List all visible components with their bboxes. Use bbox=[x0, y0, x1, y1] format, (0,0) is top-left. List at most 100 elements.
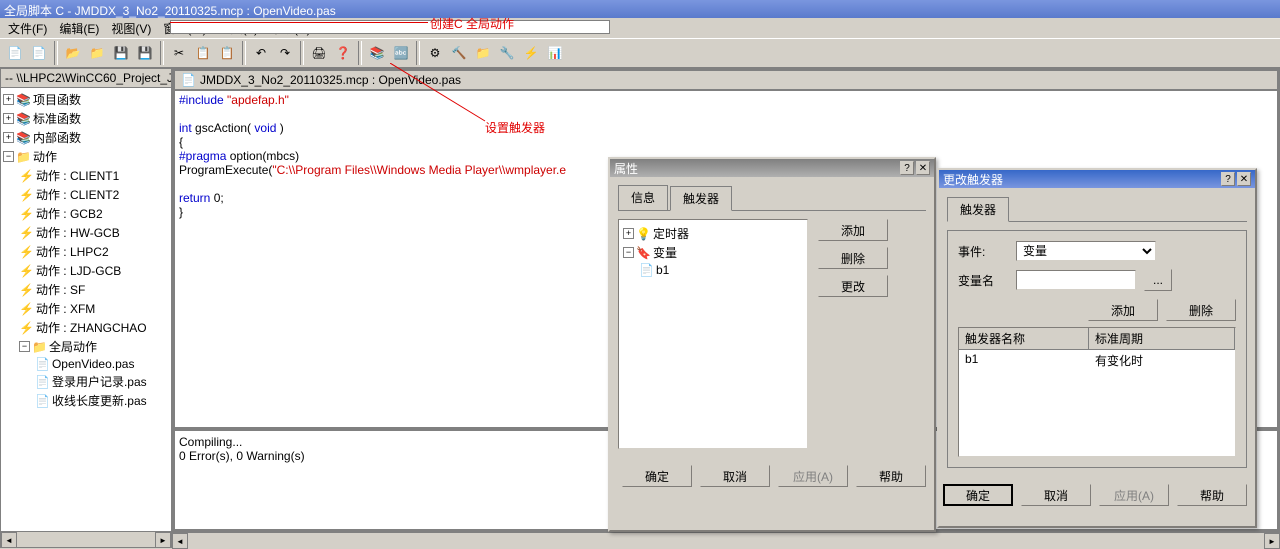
tb-copy-icon[interactable]: 📋 bbox=[192, 42, 214, 64]
menu-view[interactable]: 视图(V) bbox=[107, 20, 155, 37]
trigger-row[interactable]: b1 有变化时 bbox=[959, 350, 1235, 371]
tree-variable[interactable]: −🔖 变量 bbox=[623, 243, 803, 262]
help-button[interactable]: 帮助 bbox=[856, 465, 926, 487]
tree-action-item[interactable]: ⚡ 动作 : SF bbox=[3, 280, 169, 299]
expand-icon[interactable]: + bbox=[3, 132, 14, 143]
tb-compile-icon[interactable]: ⚙ bbox=[424, 42, 446, 64]
add-button[interactable]: 添加 bbox=[818, 219, 888, 241]
tree-action-item[interactable]: ⚡ 动作 : ZHANGCHAO bbox=[3, 318, 169, 337]
tb-save-icon[interactable]: 💾 bbox=[110, 42, 132, 64]
tb-paste-icon[interactable]: 📋 bbox=[216, 42, 238, 64]
tree-file-openvideo[interactable]: 📄 OpenVideo.pas bbox=[3, 356, 169, 372]
tb-book-icon[interactable]: 📚 bbox=[366, 42, 388, 64]
dialog-buttons: 确定 取消 应用(A) 帮助 bbox=[939, 476, 1255, 514]
cancel-button[interactable]: 取消 bbox=[1021, 484, 1091, 506]
tb-cut-icon[interactable]: ✂ bbox=[168, 42, 190, 64]
tree-file-login[interactable]: 📄 登录用户记录.pas bbox=[3, 372, 169, 391]
sidebar-hscroll[interactable]: ◄ ► bbox=[1, 531, 171, 547]
annotation-create-global: 创建C 全局动作 bbox=[430, 15, 514, 32]
app-titlebar: 全局脚本 C - JMDDX_3_No2_20110325.mcp : Open… bbox=[0, 0, 1280, 18]
scroll-left-icon[interactable]: ◄ bbox=[172, 533, 188, 549]
add-button[interactable]: 添加 bbox=[1088, 299, 1158, 321]
tree-file-length[interactable]: 📄 收线长度更新.pas bbox=[3, 391, 169, 410]
scroll-left-icon[interactable]: ◄ bbox=[1, 532, 17, 548]
dialog-title: 更改触发器 bbox=[943, 171, 1003, 188]
col-triggername[interactable]: 触发器名称 bbox=[959, 328, 1089, 349]
cancel-button[interactable]: 取消 bbox=[700, 465, 770, 487]
tb-new-icon[interactable]: 📄 bbox=[4, 42, 26, 64]
expand-icon[interactable]: + bbox=[3, 113, 14, 124]
tree-stdfunc[interactable]: +📚 标准函数 bbox=[3, 109, 169, 128]
tab-trigger[interactable]: 触发器 bbox=[670, 186, 732, 211]
col-cycle[interactable]: 标准周期 bbox=[1089, 328, 1235, 349]
dialog-titlebar[interactable]: 属性 ? ✕ bbox=[610, 159, 934, 177]
tree-projfunc[interactable]: +📚 项目函数 bbox=[3, 90, 169, 109]
file-icon: 📄 bbox=[181, 73, 196, 87]
ok-button[interactable]: 确定 bbox=[622, 465, 692, 487]
collapse-icon[interactable]: − bbox=[19, 341, 30, 352]
cell-name: b1 bbox=[959, 350, 1089, 371]
sidebar-header: -- \\LHPC2\WinCC60_Project_JMDD bbox=[1, 69, 171, 88]
close-icon[interactable]: ✕ bbox=[1237, 172, 1251, 186]
apply-button[interactable]: 应用(A) bbox=[1099, 484, 1169, 506]
delete-button[interactable]: 删除 bbox=[1166, 299, 1236, 321]
tab-info[interactable]: 信息 bbox=[618, 185, 668, 210]
tb-open2-icon[interactable]: 📁 bbox=[86, 42, 108, 64]
tb-help-icon[interactable]: ❓ bbox=[332, 42, 354, 64]
tab-trigger[interactable]: 触发器 bbox=[947, 197, 1009, 222]
tb-saveall-icon[interactable]: 💾 bbox=[134, 42, 156, 64]
scroll-right-icon[interactable]: ► bbox=[155, 532, 171, 548]
tb-print-icon[interactable]: 🖨 bbox=[308, 42, 330, 64]
cell-cycle: 有变化时 bbox=[1089, 350, 1235, 371]
app-title: 全局脚本 C - JMDDX_3_No2_20110325.mcp : Open… bbox=[4, 4, 336, 18]
tb-folder-icon[interactable]: 📁 bbox=[472, 42, 494, 64]
dialog-title: 属性 bbox=[614, 160, 638, 177]
tb-undo-icon[interactable]: ↶ bbox=[250, 42, 272, 64]
event-select[interactable]: 变量 bbox=[1016, 241, 1156, 261]
tree-global-actions[interactable]: −📁 全局动作 bbox=[3, 337, 169, 356]
project-tree[interactable]: +📚 项目函数 +📚 标准函数 +📚 内部函数 −📁 动作 ⚡ 动作 : CLI… bbox=[1, 88, 171, 531]
help-icon[interactable]: ? bbox=[900, 161, 914, 175]
ok-button[interactable]: 确定 bbox=[943, 484, 1013, 506]
tb-tool2-icon[interactable]: ⚡ bbox=[520, 42, 542, 64]
trigger-list[interactable]: 触发器名称 标准周期 b1 有变化时 bbox=[958, 327, 1236, 457]
tree-action-item[interactable]: ⚡ 动作 : XFM bbox=[3, 299, 169, 318]
menu-edit[interactable]: 编辑(E) bbox=[55, 20, 103, 37]
delete-button[interactable]: 删除 bbox=[818, 247, 888, 269]
tree-actions[interactable]: −📁 动作 bbox=[3, 147, 169, 166]
tb-redo-icon[interactable]: ↷ bbox=[274, 42, 296, 64]
menu-file[interactable]: 文件(F) bbox=[4, 20, 51, 37]
tb-build-icon[interactable]: 🔨 bbox=[448, 42, 470, 64]
help-icon[interactable]: ? bbox=[1221, 172, 1235, 186]
collapse-icon[interactable]: − bbox=[3, 151, 14, 162]
close-icon[interactable]: ✕ bbox=[916, 161, 930, 175]
tb-abc-icon[interactable]: 🔤 bbox=[390, 42, 412, 64]
tree-intfunc[interactable]: +📚 内部函数 bbox=[3, 128, 169, 147]
sidebar: -- \\LHPC2\WinCC60_Project_JMDD +📚 项目函数 … bbox=[0, 68, 172, 548]
modify-button[interactable]: 更改 bbox=[818, 275, 888, 297]
browse-button[interactable]: ... bbox=[1144, 269, 1172, 291]
varname-input[interactable] bbox=[1016, 270, 1136, 290]
tree-action-item[interactable]: ⚡ 动作 : GCB2 bbox=[3, 204, 169, 223]
tree-action-item[interactable]: ⚡ 动作 : HW-GCB bbox=[3, 223, 169, 242]
editor-tab[interactable]: 📄 JMDDX_3_No2_20110325.mcp : OpenVideo.p… bbox=[174, 70, 1278, 90]
tb-tool1-icon[interactable]: 🔧 bbox=[496, 42, 518, 64]
tb-open-icon[interactable]: 📂 bbox=[62, 42, 84, 64]
expand-icon[interactable]: + bbox=[623, 228, 634, 239]
tb-tool3-icon[interactable]: 📊 bbox=[544, 42, 566, 64]
scroll-right-icon[interactable]: ► bbox=[1264, 533, 1280, 549]
collapse-icon[interactable]: − bbox=[623, 247, 634, 258]
tree-b1[interactable]: 📄 b1 bbox=[623, 262, 803, 278]
apply-button[interactable]: 应用(A) bbox=[778, 465, 848, 487]
tree-action-item[interactable]: ⚡ 动作 : CLIENT2 bbox=[3, 185, 169, 204]
tree-action-item[interactable]: ⚡ 动作 : CLIENT1 bbox=[3, 166, 169, 185]
tree-action-item[interactable]: ⚡ 动作 : LHPC2 bbox=[3, 242, 169, 261]
editor-hscroll[interactable]: ◄ ► bbox=[172, 532, 1280, 548]
tree-action-item[interactable]: ⚡ 动作 : LJD-GCB bbox=[3, 261, 169, 280]
dialog-titlebar[interactable]: 更改触发器 ? ✕ bbox=[939, 170, 1255, 188]
trigger-tree[interactable]: +💡 定时器 −🔖 变量 📄 b1 bbox=[618, 219, 808, 449]
tb-new2-icon[interactable]: 📄 bbox=[28, 42, 50, 64]
tree-timer[interactable]: +💡 定时器 bbox=[623, 224, 803, 243]
help-button[interactable]: 帮助 bbox=[1177, 484, 1247, 506]
expand-icon[interactable]: + bbox=[3, 94, 14, 105]
